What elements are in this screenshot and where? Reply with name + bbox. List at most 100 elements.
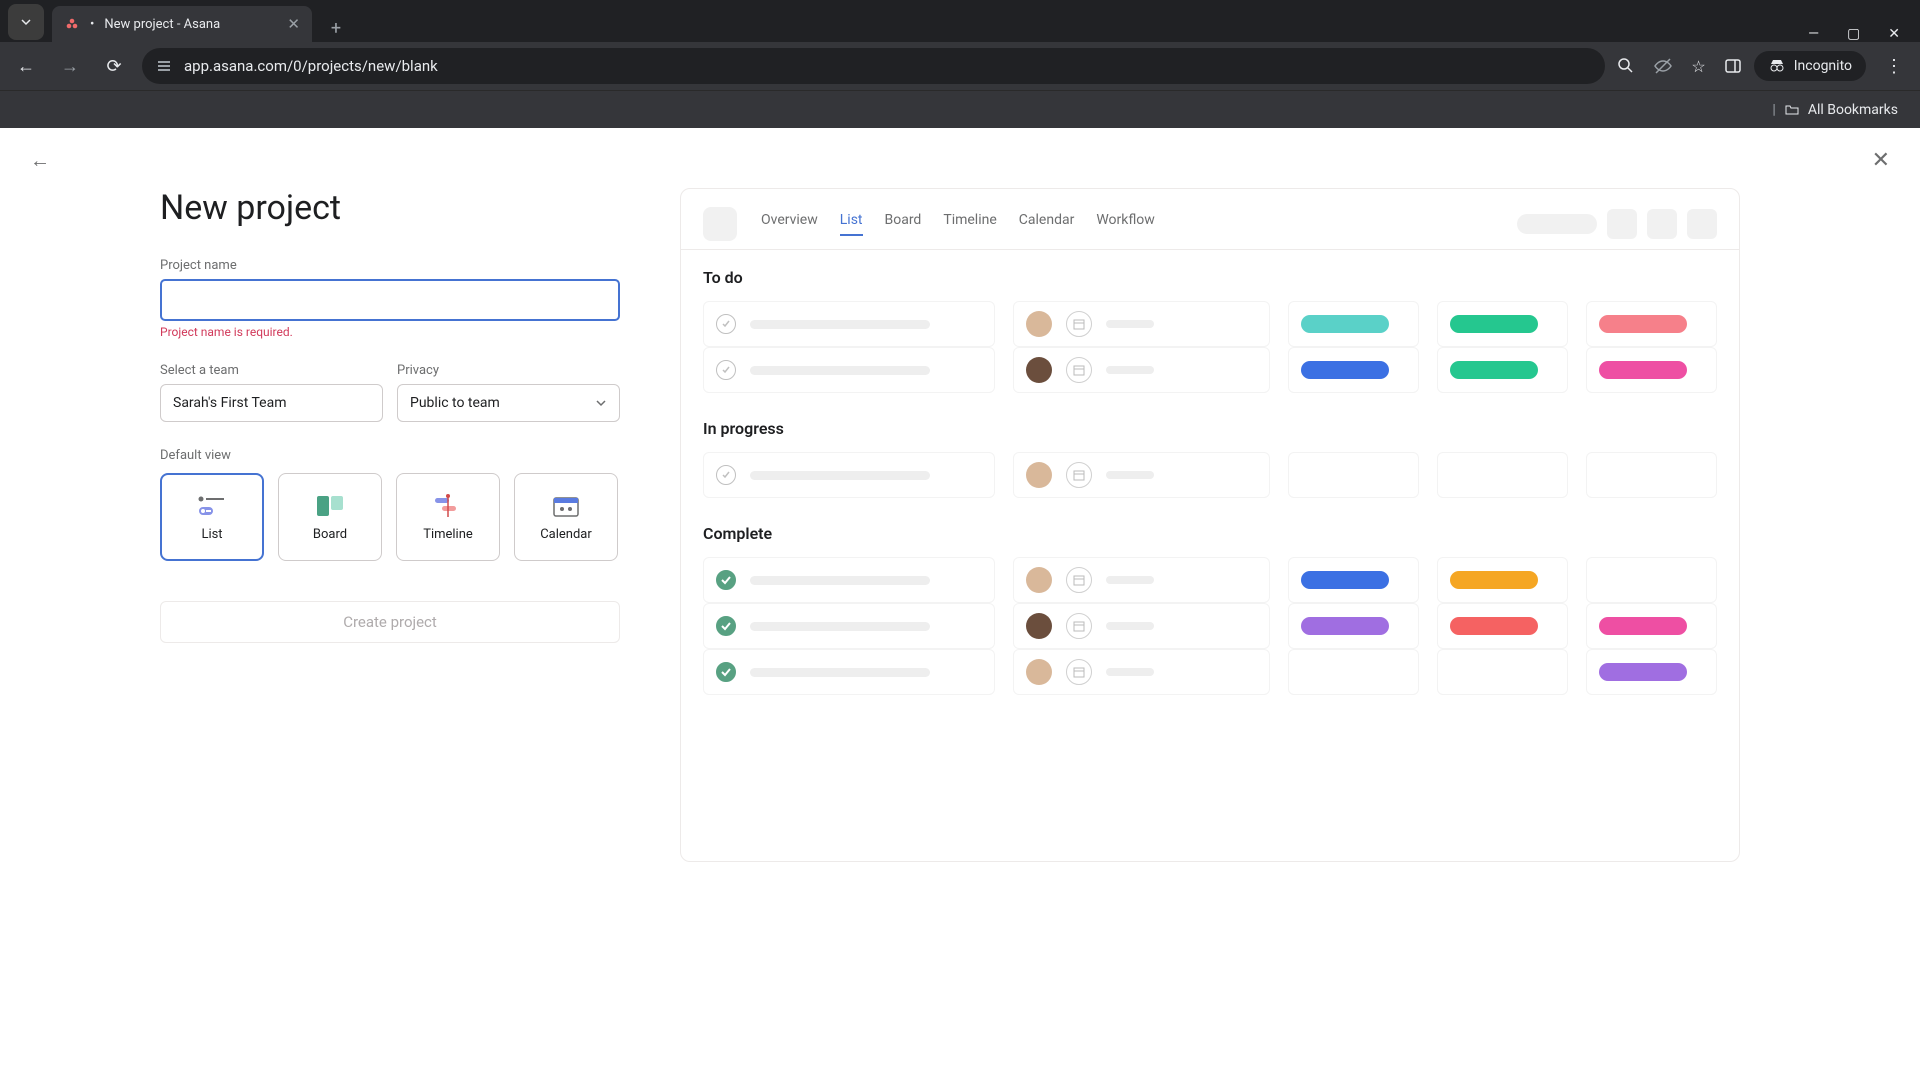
reload-button[interactable]: ⟳: [98, 50, 130, 82]
view-option-calendar[interactable]: Calendar: [514, 473, 618, 561]
forward-button[interactable]: →: [54, 50, 86, 82]
avatar: [1026, 567, 1052, 593]
task-check-icon: [716, 662, 736, 682]
close-window-button[interactable]: ✕: [1888, 26, 1900, 42]
avatar: [1026, 311, 1052, 337]
task-title-placeholder: [750, 320, 930, 329]
minimize-button[interactable]: —: [1808, 26, 1819, 42]
project-name-input[interactable]: [160, 279, 620, 321]
preview-tab-workflow: Workflow: [1096, 212, 1155, 236]
task-check-icon: [716, 314, 736, 334]
task-check-icon: [716, 616, 736, 636]
preview-section: Complete: [703, 524, 1717, 695]
url-text: app.asana.com/0/projects/new/blank: [184, 57, 438, 75]
default-view-label: Default view: [160, 448, 620, 463]
create-project-button[interactable]: Create project: [160, 601, 620, 643]
preview-section: In progress: [703, 419, 1717, 498]
task-check-icon: [716, 465, 736, 485]
close-tab-icon[interactable]: ✕: [287, 15, 300, 33]
privacy-label: Privacy: [397, 363, 620, 378]
view-option-timeline[interactable]: Timeline: [396, 473, 500, 561]
due-placeholder: [1106, 471, 1154, 479]
calendar-icon: [1066, 357, 1092, 383]
window-controls: — ▢ ✕: [1808, 26, 1920, 42]
task-title-placeholder: [750, 668, 930, 677]
all-bookmarks-button[interactable]: All Bookmarks: [1808, 102, 1898, 118]
task-title-placeholder: [750, 471, 930, 480]
preview-tab-list: List: [840, 212, 863, 236]
search-icon[interactable]: [1617, 57, 1635, 75]
preview-tab-overview: Overview: [761, 212, 818, 236]
preview-tab-timeline: Timeline: [943, 212, 996, 236]
eye-off-icon[interactable]: [1653, 56, 1673, 76]
task-title-placeholder: [750, 576, 930, 585]
bookmark-star-icon[interactable]: ☆: [1691, 57, 1705, 76]
project-name-error: Project name is required.: [160, 325, 620, 339]
view-option-list[interactable]: List: [160, 473, 264, 561]
site-settings-icon[interactable]: [156, 58, 172, 74]
preview-tab-calendar: Calendar: [1019, 212, 1075, 236]
browser-toolbar: ← → ⟳ app.asana.com/0/projects/new/blank…: [0, 42, 1920, 90]
bookmarks-bar: | All Bookmarks: [0, 90, 1920, 128]
task-check-icon: [716, 360, 736, 380]
side-panel-icon[interactable]: [1724, 57, 1742, 75]
browser-tab[interactable]: • New project - Asana ✕: [52, 6, 312, 42]
browser-menu-button[interactable]: ⋮: [1878, 50, 1910, 82]
chevron-down-icon: [20, 16, 32, 28]
asana-favicon-icon: [64, 16, 80, 32]
privacy-select[interactable]: Public to team: [397, 384, 620, 422]
page-close-button[interactable]: ✕: [1872, 148, 1890, 173]
due-placeholder: [1106, 668, 1154, 676]
team-select[interactable]: Sarah's First Team: [160, 384, 383, 422]
task-check-icon: [716, 570, 736, 590]
page-body: ← ✕ New project Project name Project nam…: [0, 128, 1920, 1080]
task-row: [703, 557, 1717, 603]
section-title: To do: [703, 268, 1717, 287]
calendar-icon: [1066, 659, 1092, 685]
due-placeholder: [1106, 622, 1154, 630]
preview-section: To do: [703, 268, 1717, 393]
calendar-icon: [1066, 567, 1092, 593]
avatar: [1026, 659, 1052, 685]
due-placeholder: [1106, 366, 1154, 374]
due-placeholder: [1106, 320, 1154, 328]
chevron-down-icon: [595, 397, 607, 409]
preview-project-icon: [703, 207, 737, 241]
calendar-icon: [1066, 462, 1092, 488]
maximize-button[interactable]: ▢: [1847, 26, 1860, 42]
folder-icon: [1784, 102, 1800, 118]
view-option-board[interactable]: Board: [278, 473, 382, 561]
task-row: [703, 301, 1717, 347]
task-row: [703, 603, 1717, 649]
task-row: [703, 452, 1717, 498]
task-row: [703, 649, 1717, 695]
task-row: [703, 347, 1717, 393]
avatar: [1026, 462, 1052, 488]
page-title: New project: [160, 188, 620, 228]
avatar: [1026, 613, 1052, 639]
section-title: Complete: [703, 524, 1717, 543]
task-title-placeholder: [750, 622, 930, 631]
preview-placeholder: [1607, 209, 1637, 239]
back-button[interactable]: ←: [10, 50, 42, 82]
new-tab-button[interactable]: +: [322, 14, 350, 42]
browser-chrome: • New project - Asana ✕ + — ▢ ✕ ← → ⟳ ap…: [0, 0, 1920, 128]
calendar-icon: [1066, 311, 1092, 337]
incognito-badge[interactable]: Incognito: [1754, 51, 1866, 81]
address-bar[interactable]: app.asana.com/0/projects/new/blank: [142, 48, 1605, 84]
tab-search-button[interactable]: [8, 4, 44, 40]
preview-placeholder: [1687, 209, 1717, 239]
preview-placeholder: [1647, 209, 1677, 239]
calendar-icon: [1066, 613, 1092, 639]
preview-tab-board: Board: [885, 212, 922, 236]
project-preview: Overview List Board Timeline Calendar Workflo…: [680, 188, 1740, 862]
due-placeholder: [1106, 576, 1154, 584]
tab-strip: • New project - Asana ✕ + — ▢ ✕: [0, 0, 1920, 42]
preview-placeholder: [1517, 214, 1597, 234]
page-back-button[interactable]: ←: [30, 148, 50, 173]
tab-title: New project - Asana: [104, 17, 220, 32]
section-title: In progress: [703, 419, 1717, 438]
task-title-placeholder: [750, 366, 930, 375]
incognito-icon: [1768, 57, 1786, 75]
project-name-label: Project name: [160, 258, 620, 273]
